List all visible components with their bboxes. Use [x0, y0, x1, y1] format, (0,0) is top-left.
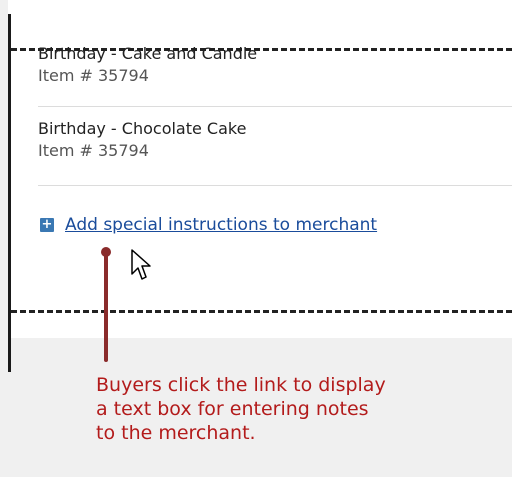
- callout-annotation: Buyers click the link to display a text …: [96, 374, 386, 444]
- callout-anchor-dot: [101, 247, 111, 257]
- callout-leader-line: [104, 250, 108, 362]
- item-number: Item # 35794: [38, 141, 149, 160]
- plus-box-icon[interactable]: +: [40, 218, 54, 232]
- cut-line-bottom: [11, 310, 512, 313]
- arrow-cursor-icon: [131, 249, 151, 280]
- add-special-instructions-link[interactable]: Add special instructions to merchant: [65, 215, 377, 235]
- item-divider: [38, 106, 512, 107]
- item-number: Item # 35794: [38, 66, 149, 85]
- special-instructions-toggle[interactable]: + Add special instructions to merchant: [40, 214, 377, 236]
- list-item: Birthday - Chocolate Cake Item # 35794: [38, 118, 512, 162]
- panel-left-border: [8, 14, 11, 372]
- item-name: Birthday - Chocolate Cake: [38, 119, 247, 138]
- item-divider: [38, 185, 512, 186]
- item-name: Birthday - Cake and Candle: [38, 44, 258, 63]
- list-item: Birthday - Cake and Candle Item # 35794: [38, 44, 512, 100]
